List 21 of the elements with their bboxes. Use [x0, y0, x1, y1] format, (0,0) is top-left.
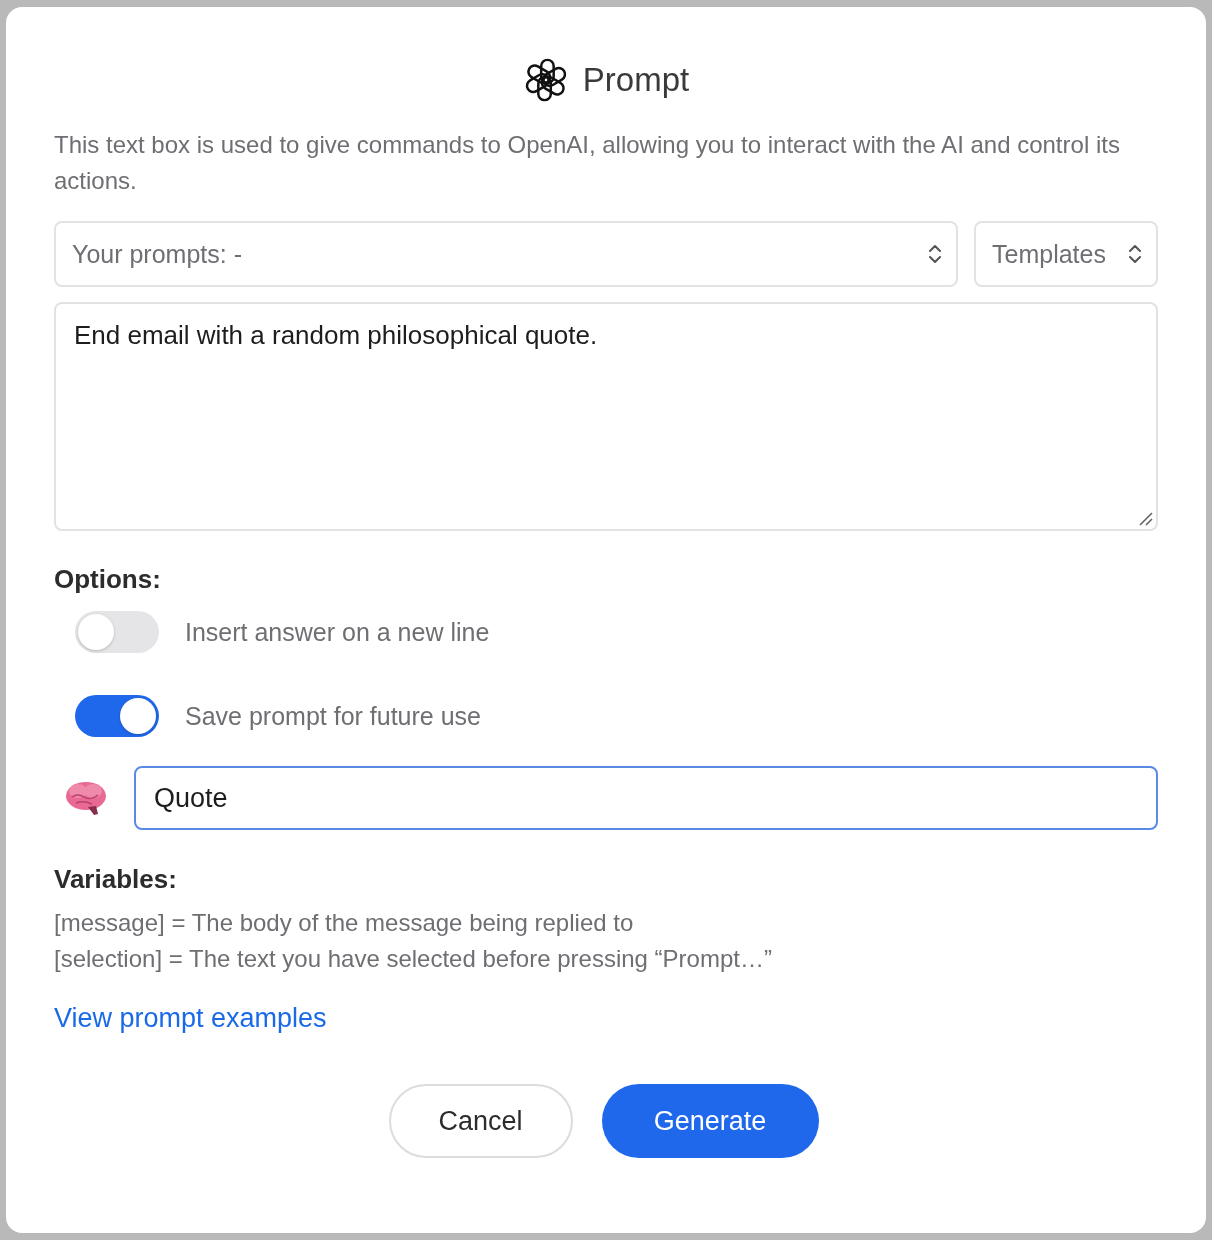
resize-grip-icon: [1137, 510, 1153, 526]
chevron-icon: [1128, 244, 1142, 264]
generate-button[interactable]: Generate: [601, 1084, 819, 1158]
cancel-button[interactable]: Cancel: [388, 1084, 573, 1158]
options-heading: Options:: [54, 564, 162, 595]
variable-description: [message] = The body of the message being replied to: [54, 908, 635, 938]
prompt-name-field[interactable]: Quote: [134, 766, 1158, 830]
examples-link[interactable]: View prompt examples: [54, 1003, 327, 1034]
option-label: Save prompt for future use: [185, 701, 481, 731]
variables-heading: Variables:: [54, 864, 178, 895]
toggle-switch[interactable]: [75, 695, 159, 737]
toggle-switch[interactable]: [75, 611, 159, 653]
prompt-text-area[interactable]: End email with a random philosophical quote.: [54, 302, 1158, 531]
chevron-icon: [928, 244, 942, 264]
brain-icon: [64, 779, 108, 817]
option-label: Insert answer on a new line: [185, 617, 490, 647]
prompts-dropdown[interactable]: Your prompts: -: [54, 221, 958, 287]
templates-dropdown[interactable]: Templates: [974, 221, 1158, 287]
variable-description: [selection] = The text you have selected before pressing “Prompt…”: [54, 944, 773, 974]
description-text: This text box is used to give commands to OpenAI, allowing you to interact with the AI and control its actions.: [54, 130, 1121, 196]
dialog-title: Prompt: [582, 61, 690, 99]
